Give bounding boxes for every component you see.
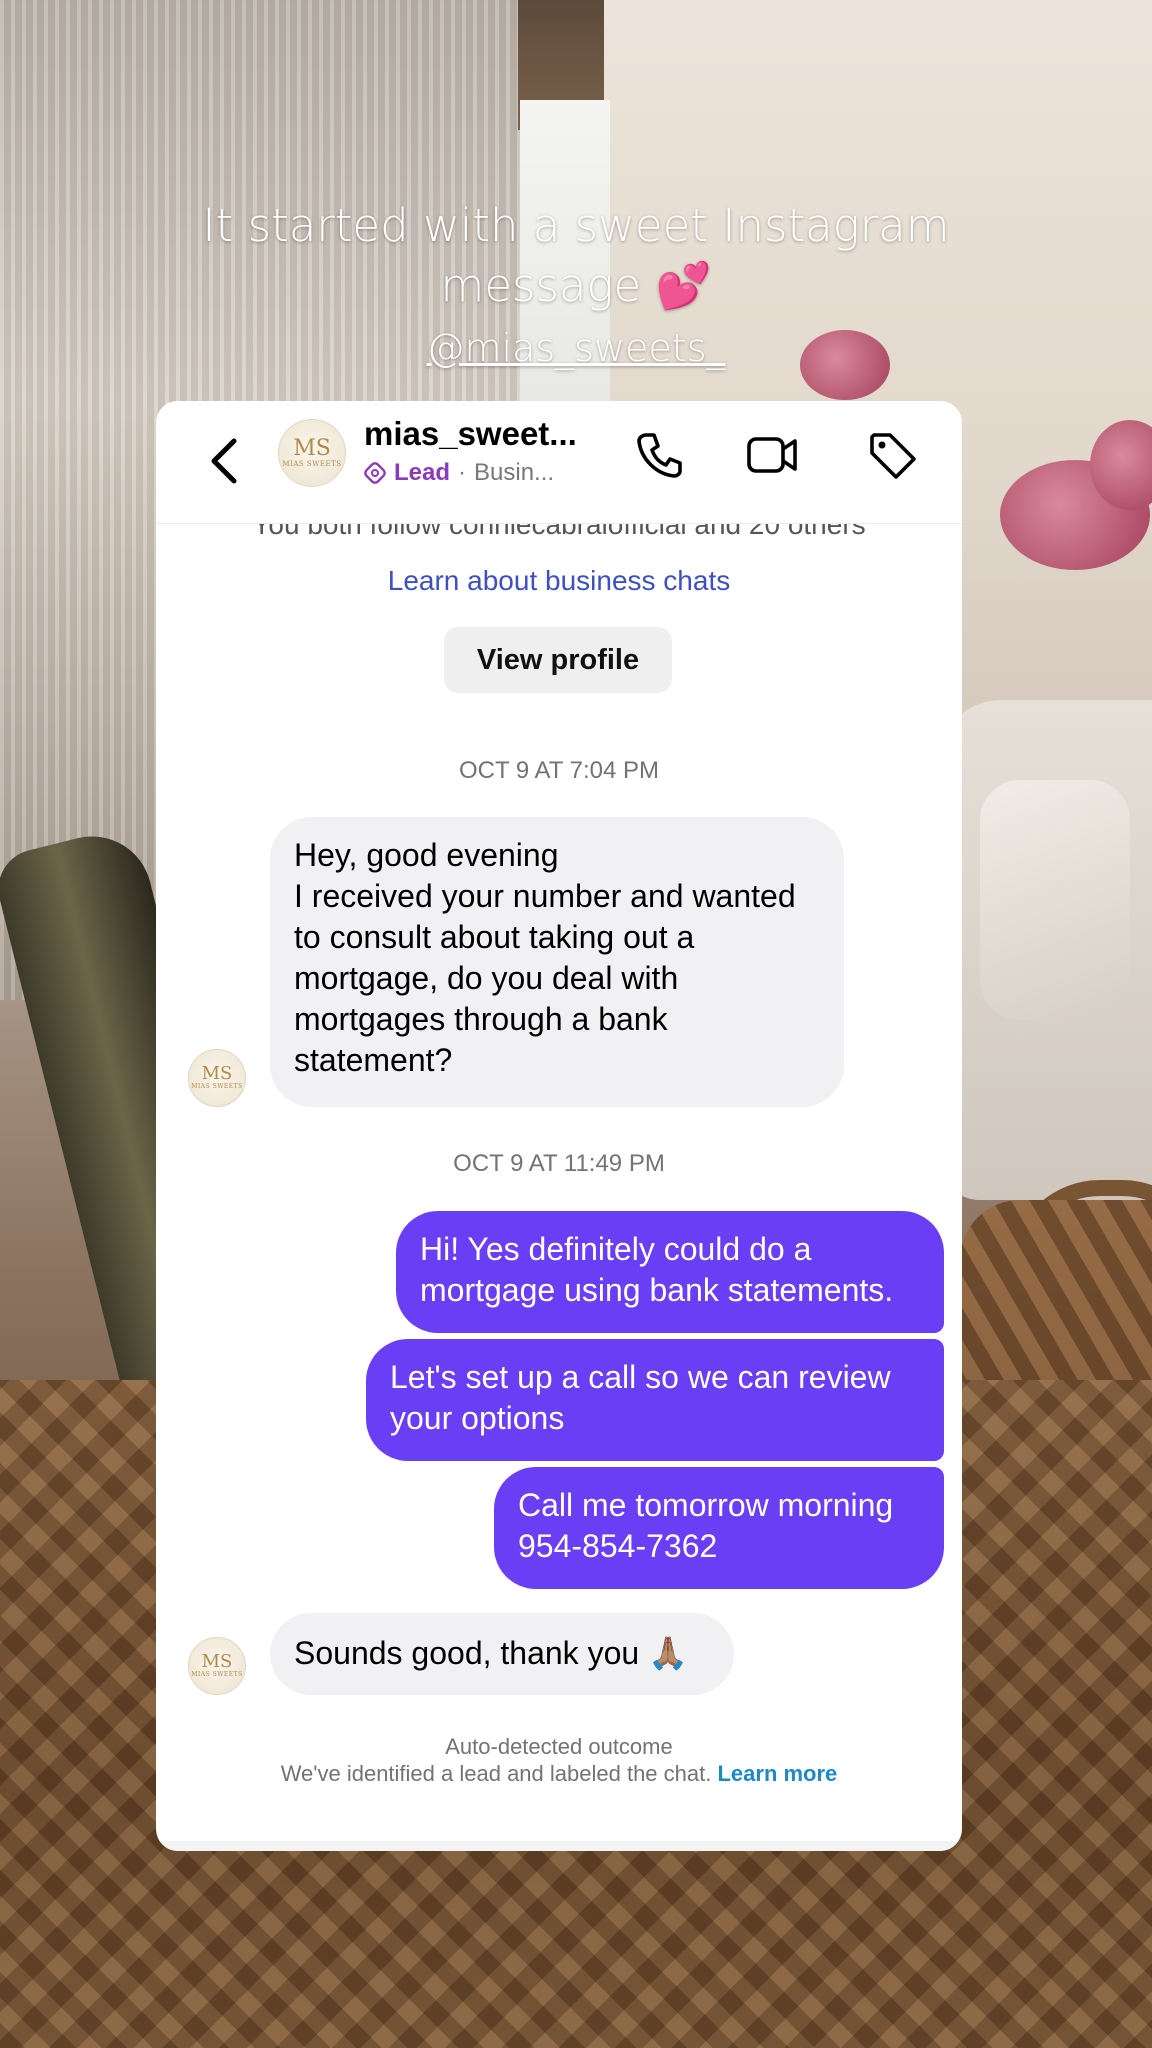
incoming-message[interactable]: Sounds good, thank you 🙏🏽 [270, 1613, 734, 1695]
avatar[interactable]: MS MIAS SWEETS [278, 419, 346, 487]
outgoing-message[interactable]: Let's set up a call so we can review you… [366, 1339, 944, 1461]
avatar-monogram: MS [293, 435, 331, 461]
separator-dot: · [458, 459, 467, 486]
avatar-brand: MIAS SWEETS [191, 1671, 243, 1678]
phone-number[interactable]: 954-854-7362 [518, 1526, 920, 1567]
auto-detected-outcome: Auto-detected outcome We've identified a… [256, 1733, 862, 1787]
outgoing-message[interactable]: Hi! Yes definitely could do a mortgage u… [396, 1211, 944, 1333]
chat-username[interactable]: mias_sweet... [364, 415, 577, 453]
caption-line-2: message 💕 [440, 259, 712, 312]
phone-icon[interactable] [632, 427, 688, 483]
chat-subline: Lead · Busin... [364, 459, 554, 487]
composer-edge [156, 1841, 962, 1851]
caption-line-1: It started with a sweet Instagram [202, 199, 950, 252]
outcome-text-row: We've identified a lead and labeled the … [256, 1760, 862, 1787]
avatar-brand: MIAS SWEETS [282, 459, 342, 468]
outgoing-message[interactable]: Call me tomorrow morning 954-854-7362 [494, 1467, 944, 1589]
avatar-monogram: MS [201, 1063, 233, 1084]
background-pillow [980, 780, 1130, 1020]
outcome-title: Auto-detected outcome [445, 1734, 673, 1759]
message-text: Call me tomorrow morning [518, 1487, 894, 1523]
timestamp: OCT 9 AT 7:04 PM [458, 757, 660, 784]
learn-more-link[interactable]: Learn more [717, 1761, 837, 1786]
avatar-brand: MIAS SWEETS [191, 1083, 243, 1090]
business-category: Busin... [474, 459, 555, 486]
learn-business-chats-link[interactable]: Learn about business chats [156, 565, 962, 597]
incoming-message[interactable]: Hey, good evening I received your number… [270, 817, 844, 1107]
timestamp: OCT 9 AT 11:49 PM [453, 1150, 665, 1177]
tag-icon[interactable] [864, 427, 920, 483]
chat-header: MS MIAS SWEETS mias_sweet... Lead · Busi… [156, 401, 962, 524]
mention-link[interactable]: @mias_sweets_ [0, 316, 1152, 380]
message-text: Hey, good evening [294, 837, 559, 873]
avatar-monogram: MS [201, 1651, 233, 1672]
video-call-icon[interactable] [744, 427, 800, 483]
lead-label[interactable]: Lead [394, 459, 450, 487]
lead-label-icon [364, 462, 386, 484]
back-arrow-icon[interactable] [204, 433, 244, 489]
outcome-text: We've identified a lead and labeled the … [280, 1761, 712, 1786]
sender-avatar[interactable]: MS MIAS SWEETS [188, 1637, 246, 1695]
view-profile-button[interactable]: View profile [444, 627, 672, 693]
sender-avatar[interactable]: MS MIAS SWEETS [188, 1049, 246, 1107]
dm-screenshot-card: MS MIAS SWEETS mias_sweet... Lead · Busi… [156, 401, 962, 1851]
story-caption: It started with a sweet Instagram messag… [0, 196, 1152, 380]
message-text: I received your number and wanted to con… [294, 878, 796, 1078]
